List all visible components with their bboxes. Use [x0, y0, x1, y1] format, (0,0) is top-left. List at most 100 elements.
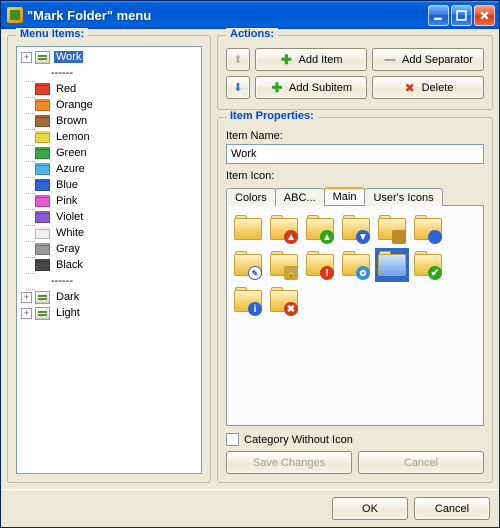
delete-icon [403, 81, 417, 95]
tree-item-separator[interactable]: ------ [19, 273, 199, 289]
tree-item-azure[interactable]: Azure [19, 161, 199, 177]
btn-label: Delete [422, 82, 454, 94]
folder-icon [35, 147, 50, 159]
tab-users-icons[interactable]: User's Icons [364, 188, 442, 206]
props-cancel-button[interactable]: Cancel [358, 451, 484, 474]
folder-icon [35, 163, 50, 175]
tree-item-blue[interactable]: Blue [19, 177, 199, 193]
save-changes-button[interactable]: Save Changes [226, 451, 352, 474]
tree-item-brown[interactable]: Brown [19, 113, 199, 129]
tree-item-orange[interactable]: Orange [19, 97, 199, 113]
tree-item-red[interactable]: Red [19, 81, 199, 97]
tree-label: Green [54, 147, 89, 159]
cancel-button[interactable]: Cancel [414, 497, 490, 520]
tree-item-pink[interactable]: Pink [19, 193, 199, 209]
tree-label: ------ [49, 67, 75, 79]
tree-item-work[interactable]: + Work [19, 49, 199, 65]
icon-option[interactable]: ▲ [267, 212, 301, 246]
move-up-button[interactable] [226, 48, 250, 71]
expand-icon[interactable]: + [21, 292, 32, 303]
tree-item-light[interactable]: + Light [19, 305, 199, 321]
folder-icon [35, 259, 50, 271]
tree-label: Red [54, 83, 78, 95]
icon-option[interactable] [375, 212, 409, 246]
tree-label: White [54, 227, 86, 239]
tree-label: Light [54, 307, 82, 319]
add-subitem-button[interactable]: Add Subitem [255, 76, 367, 99]
tree-label: Azure [54, 163, 87, 175]
tree-item-white[interactable]: White [19, 225, 199, 241]
expand-icon[interactable]: + [21, 308, 32, 319]
tree-item-black[interactable]: Black [19, 257, 199, 273]
tab-main[interactable]: Main [324, 187, 366, 205]
minimize-button[interactable] [428, 5, 449, 26]
folder-icon [35, 211, 50, 223]
plus-icon [279, 53, 293, 67]
icon-option[interactable]: ▲ [303, 212, 337, 246]
folder-icon [35, 99, 50, 111]
tree-item-lemon[interactable]: Lemon [19, 129, 199, 145]
tree-item-gray[interactable]: Gray [19, 241, 199, 257]
add-separator-button[interactable]: Add Separator [372, 48, 484, 71]
tree-item-green[interactable]: Green [19, 145, 199, 161]
expand-icon[interactable]: + [21, 52, 32, 63]
tree-item-dark[interactable]: + Dark [19, 289, 199, 305]
tab-colors[interactable]: Colors [226, 188, 276, 206]
close-button[interactable] [474, 5, 495, 26]
icon-option[interactable]: ▼ [339, 212, 373, 246]
folder-icon [35, 83, 50, 95]
app-icon [7, 7, 23, 23]
folder-icon [35, 227, 50, 239]
item-name-label: Item Name: [226, 130, 484, 142]
tree-label: Violet [54, 211, 85, 223]
icon-option[interactable]: ✎ [231, 248, 265, 282]
plus-icon [270, 81, 284, 95]
icon-tabs: Colors ABC... Main User's Icons [226, 187, 484, 205]
content-area: Menu Items: + Work ------ Red [1, 29, 499, 489]
actions-title: Actions: [226, 28, 278, 40]
tree-label: Brown [54, 115, 89, 127]
tab-abc[interactable]: ABC... [275, 188, 325, 206]
icon-option-selected[interactable] [375, 248, 409, 282]
titlebar[interactable]: "Mark Folder" menu [1, 1, 499, 29]
menu-icon [35, 51, 50, 64]
icon-option[interactable] [231, 212, 265, 246]
add-item-button[interactable]: Add Item [255, 48, 367, 71]
category-without-icon-label: Category Without Icon [244, 434, 353, 446]
ok-button[interactable]: OK [332, 497, 408, 520]
arrow-down-icon [231, 81, 245, 95]
delete-button[interactable]: Delete [372, 76, 484, 99]
category-without-icon-checkbox[interactable] [226, 433, 239, 446]
maximize-button[interactable] [451, 5, 472, 26]
menu-items-tree[interactable]: + Work ------ Red [16, 46, 202, 474]
tree-label: Pink [54, 195, 79, 207]
icon-option[interactable]: 🔒 [267, 248, 301, 282]
move-down-button[interactable] [226, 76, 250, 99]
btn-label: Add Item [298, 54, 342, 66]
tree-item-separator[interactable]: ------ [19, 65, 199, 81]
folder-icon [35, 243, 50, 255]
tree-item-violet[interactable]: Violet [19, 209, 199, 225]
menu-items-title: Menu Items: [16, 28, 88, 40]
icon-option[interactable]: ! [303, 248, 337, 282]
icon-option[interactable]: ✪ [339, 248, 373, 282]
icon-option[interactable]: i [231, 284, 265, 318]
actions-group: Actions: Add Item Add Separator Add Sub [217, 35, 493, 110]
arrow-up-icon [231, 53, 245, 67]
tree-label: ------ [49, 275, 75, 287]
dialog-footer: OK Cancel [1, 489, 499, 527]
menu-icon [35, 291, 50, 304]
menu-items-group: Menu Items: + Work ------ Red [7, 35, 211, 483]
folder-icon [35, 179, 50, 191]
icon-option[interactable]: ✖ [267, 284, 301, 318]
item-name-input[interactable] [226, 144, 484, 164]
item-properties-title: Item Properties: [226, 110, 318, 122]
icon-selection-pane[interactable]: ▲ ▲ ▼ ✎ 🔒 ! ✪ ✔ i ✖ [226, 205, 484, 426]
menu-icon [35, 307, 50, 320]
icon-option[interactable]: ✔ [411, 248, 445, 282]
tree-label: Gray [54, 243, 82, 255]
icon-option[interactable] [411, 212, 445, 246]
tree-label: Work [54, 51, 83, 63]
item-icon-label: Item Icon: [226, 170, 484, 182]
window-title: "Mark Folder" menu [27, 8, 428, 23]
